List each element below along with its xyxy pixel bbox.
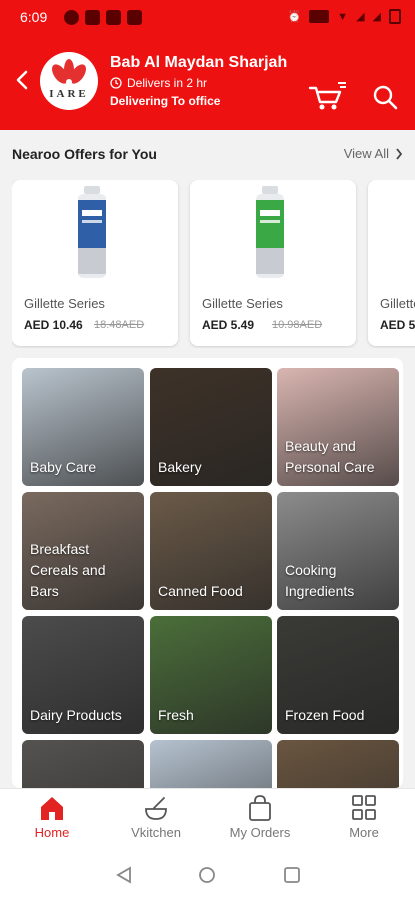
logo-mark-icon	[52, 59, 86, 85]
bottom-navigation: Home Vkitchen My Orders More	[0, 788, 415, 850]
system-icons: ⏰ ▼ ◢ ◢	[287, 9, 401, 24]
app-header: IARE Bab Al Maydan Sharjah Delivers in 2…	[0, 36, 415, 130]
app-notification-icon	[127, 10, 142, 25]
store-logo[interactable]: IARE	[40, 52, 98, 110]
nav-home[interactable]: Home	[12, 795, 92, 840]
category-tile[interactable]	[150, 740, 272, 788]
category-label: Breakfast Cereals and Bars	[30, 541, 106, 599]
category-tile-baby-care[interactable]: Baby Care	[22, 368, 144, 486]
shaving-gel-image	[256, 186, 284, 278]
store-name[interactable]: Bab Al Maydan Sharjah	[110, 54, 287, 72]
category-label: Fresh	[158, 707, 194, 723]
category-label: Bakery	[158, 459, 202, 475]
system-recents-icon[interactable]	[283, 866, 301, 884]
delivering-to[interactable]: Delivering To office	[110, 94, 220, 108]
offer-old-price: 10.98AED	[272, 319, 323, 331]
clock-icon	[110, 77, 122, 89]
back-arrow-icon[interactable]	[12, 68, 32, 92]
category-label: Baby Care	[30, 459, 97, 475]
nav-more[interactable]: More	[324, 795, 404, 840]
category-tile-frozen-food[interactable]: Frozen Food	[277, 616, 399, 734]
offer-card[interactable]: Gillette Series AED 10.46 18.48AED	[12, 180, 178, 346]
category-grid: Baby Care Bakery Beauty and Personal Car…	[12, 358, 403, 788]
delivery-time-text: Delivers in 2 hr	[127, 76, 208, 90]
nav-my-orders-label: My Orders	[229, 825, 291, 840]
category-tile[interactable]	[277, 740, 399, 788]
category-tile-bakery[interactable]: Bakery	[150, 368, 272, 486]
offer-price: AED 5.49	[202, 318, 255, 332]
category-tile-beauty[interactable]: Beauty and Personal Care	[277, 368, 399, 486]
system-home-icon[interactable]	[198, 866, 216, 884]
offer-card[interactable]: Gillette Series AED 5.49 10.98AED	[190, 180, 356, 346]
notification-icons	[64, 10, 142, 25]
search-icon[interactable]	[372, 84, 398, 110]
volte-icon	[309, 10, 330, 23]
nav-my-orders[interactable]: My Orders	[220, 795, 300, 840]
alarm-icon: ⏰	[287, 11, 302, 23]
heart-icon	[85, 10, 100, 25]
category-label: Cooking Ingredients	[285, 562, 355, 599]
category-tile-dairy[interactable]: Dairy Products	[22, 616, 144, 734]
system-back-icon[interactable]	[114, 866, 134, 884]
category-label: Canned Food	[158, 583, 243, 599]
nav-vkitchen-label: Vkitchen	[131, 825, 181, 840]
offer-card[interactable]: Gillette Series AED 5.49	[368, 180, 415, 346]
signal-icon: ◢	[372, 11, 381, 23]
view-all-label: View All	[343, 146, 389, 161]
nav-home-label: Home	[34, 825, 70, 840]
shaving-gel-image	[78, 186, 106, 278]
view-all-link[interactable]: View All	[344, 146, 403, 161]
home-icon	[41, 797, 63, 820]
offer-price: AED 5.49	[380, 318, 415, 332]
category-label: Frozen Food	[285, 707, 365, 723]
category-tile[interactable]	[22, 740, 144, 788]
app-notification-icon	[106, 10, 121, 25]
category-tile-canned-food[interactable]: Canned Food	[150, 492, 272, 610]
category-label: Dairy Products	[30, 707, 122, 723]
offers-section-title: Nearoo Offers for You	[12, 146, 157, 162]
notification-icon	[64, 10, 79, 25]
chef-icon	[145, 797, 167, 820]
cart-icon[interactable]	[308, 80, 348, 112]
nav-vkitchen[interactable]: Vkitchen	[116, 795, 196, 840]
offer-old-price: 18.48AED	[94, 319, 145, 331]
offer-name: Gillette Series	[202, 296, 283, 311]
wifi-icon: ▼	[337, 10, 349, 23]
battery-icon	[389, 9, 401, 24]
logo-text: IARE	[49, 88, 89, 100]
nav-more-label: More	[349, 825, 379, 840]
category-tile-fresh[interactable]: Fresh	[150, 616, 272, 734]
category-tile-breakfast[interactable]: Breakfast Cereals and Bars	[22, 492, 144, 610]
category-tile-cooking[interactable]: Cooking Ingredients	[277, 492, 399, 610]
offer-price: AED 10.46	[24, 318, 83, 332]
offers-carousel[interactable]: Gillette Series AED 10.46 18.48AED Gille…	[12, 180, 415, 348]
chevron-right-icon	[396, 147, 403, 160]
bag-icon	[249, 795, 271, 821]
signal-icon: ◢	[356, 11, 365, 23]
offer-name: Gillette Series	[380, 296, 415, 311]
offer-name: Gillette Series	[24, 296, 105, 311]
system-navigation-bar	[0, 850, 415, 900]
grid-icon	[352, 795, 376, 820]
category-label: Beauty and Personal Care	[285, 438, 375, 475]
status-bar: 6:09 ⏰ ▼ ◢ ◢	[0, 0, 415, 36]
delivery-time: Delivers in 2 hr	[110, 76, 207, 90]
status-time: 6:09	[20, 9, 48, 25]
